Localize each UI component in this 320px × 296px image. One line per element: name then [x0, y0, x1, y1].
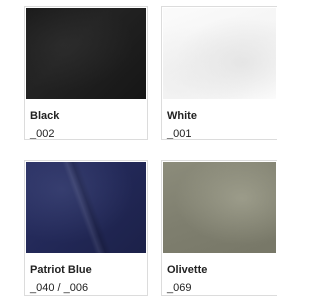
- color-swatch-grid: Black _002 White _001 Patriot Blue _040 …: [0, 0, 277, 296]
- swatch-code: _002: [30, 128, 55, 140]
- swatch-card-white[interactable]: White _001: [161, 6, 277, 140]
- swatch-card-patriot-blue[interactable]: Patriot Blue _040 / _006: [24, 160, 148, 296]
- swatch-image-olivette: [163, 162, 276, 253]
- swatch-card-olivette[interactable]: Olivette _069: [161, 160, 277, 296]
- swatch-name: White: [167, 110, 197, 122]
- swatch-image-black: [26, 8, 146, 99]
- swatch-name: Patriot Blue: [30, 264, 92, 276]
- swatch-code: _040 / _006: [30, 282, 89, 294]
- swatch-code: _001: [167, 128, 192, 140]
- swatch-code: _069: [167, 282, 192, 294]
- swatch-card-black[interactable]: Black _002: [24, 6, 148, 140]
- swatch-name: Black: [30, 110, 60, 122]
- swatch-name: Olivette: [167, 264, 208, 276]
- swatch-image-patriot-blue: [26, 162, 146, 253]
- swatch-image-white: [163, 8, 276, 99]
